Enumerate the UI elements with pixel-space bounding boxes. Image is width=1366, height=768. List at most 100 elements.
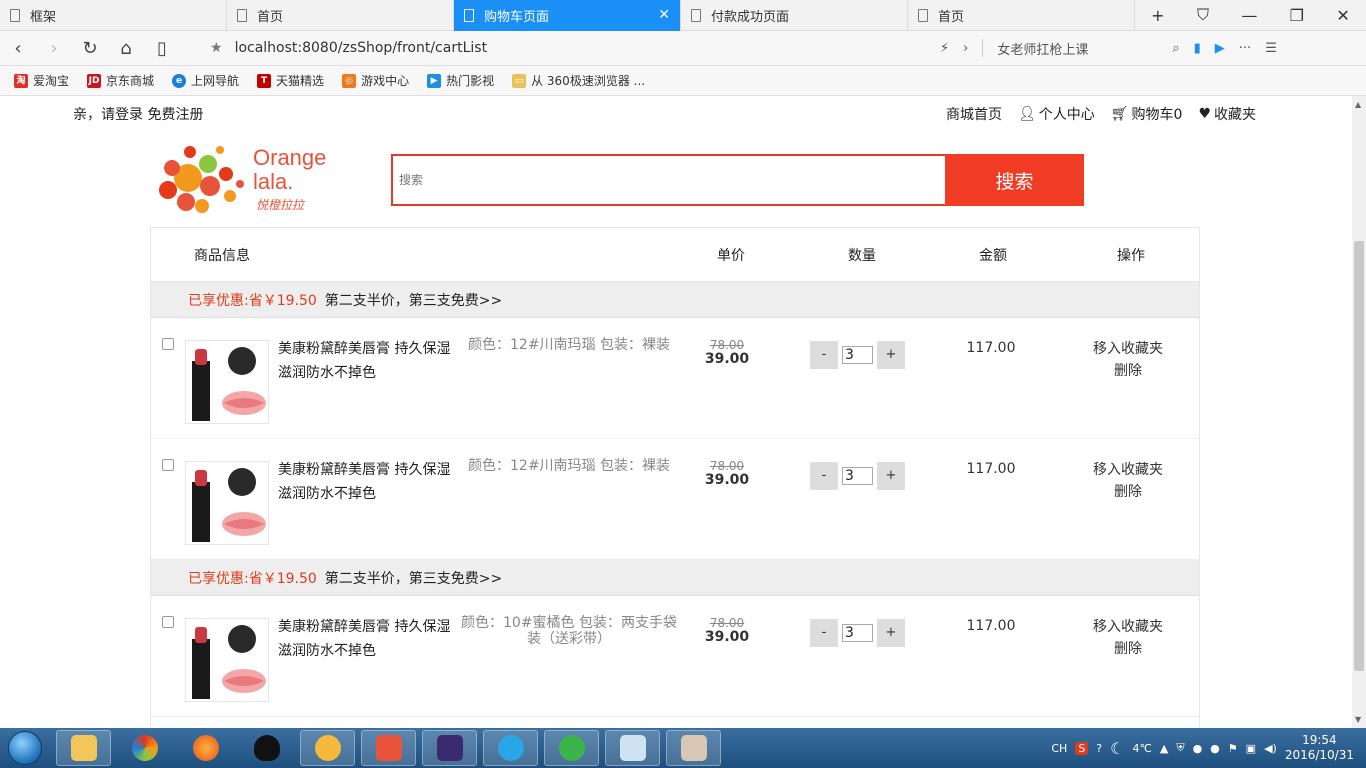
- user-icon: 👤︎: [1017, 106, 1036, 122]
- item-checkbox[interactable]: [162, 338, 174, 350]
- item-checkbox[interactable]: [162, 616, 174, 628]
- scroll-down-icon[interactable]: ▼: [1355, 715, 1361, 724]
- paw-app-icon[interactable]: [300, 730, 355, 766]
- sogou-icon[interactable]: S: [1075, 741, 1089, 755]
- scroll-up-icon[interactable]: ▲: [1355, 100, 1361, 109]
- move-to-favorites-link[interactable]: 移入收藏夹: [1076, 459, 1180, 481]
- home-icon[interactable]: ⌂: [108, 38, 144, 59]
- promo-bar: 已享优惠:省￥19.50 第二支半价，第三支免费>>: [151, 560, 1199, 596]
- bookmark-item[interactable]: e 上网导航: [172, 72, 239, 89]
- search-button[interactable]: 搜索: [945, 154, 1084, 206]
- close-tab-icon[interactable]: ✕: [658, 7, 670, 23]
- decrease-button[interactable]: -: [810, 341, 838, 369]
- clock[interactable]: 19:54 2016/10/31: [1285, 733, 1354, 763]
- login-link[interactable]: 亲，请登录 免费注册: [73, 104, 203, 124]
- language-indicator[interactable]: CH: [1051, 742, 1067, 755]
- shield-icon[interactable]: ⛨: [1176, 741, 1184, 755]
- reload-icon[interactable]: ↻: [72, 38, 108, 59]
- move-to-favorites-link[interactable]: 移入收藏夹: [1076, 338, 1180, 360]
- bookmark-item[interactable]: JD 京东商城: [87, 72, 154, 89]
- product-image[interactable]: [185, 340, 269, 424]
- new-tab-icon[interactable]: +: [1151, 6, 1164, 25]
- flag-icon[interactable]: ⚑: [1228, 742, 1238, 755]
- nav-favorites[interactable]: ♥ 收藏夹: [1198, 104, 1256, 124]
- quantity-input[interactable]: 3: [842, 346, 873, 364]
- qq-tray-icon-2[interactable]: ●: [1210, 742, 1220, 755]
- product-name[interactable]: 美康粉黛醉美唇膏 持久保湿滋润防水不掉色: [278, 337, 463, 385]
- browser-360-icon[interactable]: [483, 730, 538, 766]
- tab-frame[interactable]: 框架: [0, 0, 227, 31]
- app-360-icon[interactable]: [117, 730, 172, 766]
- product-image[interactable]: [185, 461, 269, 545]
- start-button[interactable]: [0, 728, 50, 768]
- decrease-button[interactable]: -: [810, 462, 838, 490]
- document-icon: [918, 9, 928, 22]
- promo-link[interactable]: 第二支半价，第三支免费>>: [325, 568, 502, 588]
- quantity-input[interactable]: 3: [842, 624, 873, 642]
- increase-button[interactable]: +: [877, 462, 905, 490]
- qq-icon[interactable]: [239, 730, 294, 766]
- close-window-icon[interactable]: ✕: [1336, 6, 1349, 25]
- qq-tray-icon[interactable]: ●: [1193, 742, 1203, 755]
- tab-payment-success[interactable]: 付款成功页面: [681, 0, 908, 31]
- bookmark-item[interactable]: 淘爱淘宝: [14, 72, 69, 89]
- url-field[interactable]: ★ localhost:8080/zsShop/front/cartList: [210, 40, 910, 56]
- scroll-thumb[interactable]: [1354, 241, 1364, 671]
- more-icon[interactable]: ···: [1239, 41, 1251, 56]
- product-image[interactable]: [185, 618, 269, 702]
- promo-link[interactable]: 第二支半价，第三支免费>>: [325, 290, 502, 310]
- weather-temp[interactable]: 4℃: [1132, 742, 1151, 755]
- search-icon[interactable]: ⌕: [1172, 41, 1179, 56]
- java-ee-ide-icon[interactable]: [422, 730, 477, 766]
- firefox-icon[interactable]: [178, 730, 233, 766]
- delete-link[interactable]: 删除: [1076, 638, 1180, 660]
- help-icon[interactable]: ?: [1096, 742, 1102, 755]
- reader-icon[interactable]: ▯: [144, 38, 180, 59]
- bookmark-item[interactable]: T 天猫精选: [257, 72, 324, 89]
- nav-user-center[interactable]: 👤︎ 个人中心: [1018, 104, 1095, 124]
- nav-home[interactable]: 商城首页: [946, 104, 1002, 124]
- network-icon[interactable]: ▣: [1246, 742, 1256, 755]
- restore-icon[interactable]: ❐: [1290, 6, 1304, 25]
- search-hint[interactable]: 女老师扛枪上课: [997, 39, 1088, 58]
- product-name[interactable]: 美康粉黛醉美唇膏 持久保湿滋润防水不掉色: [278, 615, 463, 663]
- lightning-icon[interactable]: ⚡: [940, 41, 949, 56]
- tray-expand-icon[interactable]: ▲: [1160, 742, 1168, 755]
- quantity-input[interactable]: 3: [842, 467, 873, 485]
- tab-cart[interactable]: 购物车页面 ✕: [454, 0, 681, 31]
- photo-viewer-icon[interactable]: [666, 730, 721, 766]
- taskbar: CH S ? ☾ 4℃ ▲ ⛨ ● ● ⚑ ▣ ◀) 19:54 2016/10…: [0, 728, 1366, 768]
- chevron-right-icon[interactable]: ›: [963, 41, 968, 56]
- forward-icon[interactable]: ›: [36, 38, 72, 59]
- tab-home-2[interactable]: 首页: [908, 0, 1135, 31]
- tab-home[interactable]: 首页: [227, 0, 454, 31]
- explorer-icon[interactable]: [56, 730, 111, 766]
- wechat-icon[interactable]: [544, 730, 599, 766]
- back-icon[interactable]: ‹: [0, 38, 36, 59]
- item-amount: 117.00: [966, 618, 1016, 634]
- bookmark-item[interactable]: ▭ 从 360极速浏览器 ...: [512, 72, 645, 89]
- minimize-icon[interactable]: —: [1241, 6, 1257, 25]
- shirt-icon[interactable]: ⛉: [1197, 5, 1209, 25]
- bookmark-item[interactable]: ▶ 热门影视: [427, 72, 494, 89]
- item-checkbox[interactable]: [162, 459, 174, 471]
- volume-icon[interactable]: ◀): [1264, 742, 1277, 755]
- increase-button[interactable]: +: [877, 341, 905, 369]
- site-logo[interactable]: Orange lala. 悦橙拉拉: [158, 140, 338, 216]
- delete-link[interactable]: 删除: [1076, 481, 1180, 503]
- delete-link[interactable]: 删除: [1076, 360, 1180, 382]
- menu-icon[interactable]: ☰: [1265, 41, 1277, 56]
- play-icon[interactable]: ▶: [1215, 41, 1225, 56]
- product-name[interactable]: 美康粉黛醉美唇膏 持久保湿滋润防水不掉色: [278, 458, 463, 506]
- decrease-button[interactable]: -: [810, 619, 838, 647]
- phone-icon[interactable]: ▮: [1194, 41, 1201, 56]
- nav-cart[interactable]: 🛒︎ 购物车0: [1111, 104, 1183, 124]
- bookmark-item[interactable]: ◎ 游戏中心: [342, 72, 409, 89]
- increase-button[interactable]: +: [877, 619, 905, 647]
- page-scrollbar[interactable]: ▲ ▼: [1352, 96, 1366, 728]
- star-icon[interactable]: ★: [210, 40, 223, 56]
- move-to-favorites-link[interactable]: 移入收藏夹: [1076, 616, 1180, 638]
- search-input[interactable]: [391, 154, 945, 206]
- notepad-icon[interactable]: [605, 730, 660, 766]
- notes-app-icon[interactable]: [361, 730, 416, 766]
